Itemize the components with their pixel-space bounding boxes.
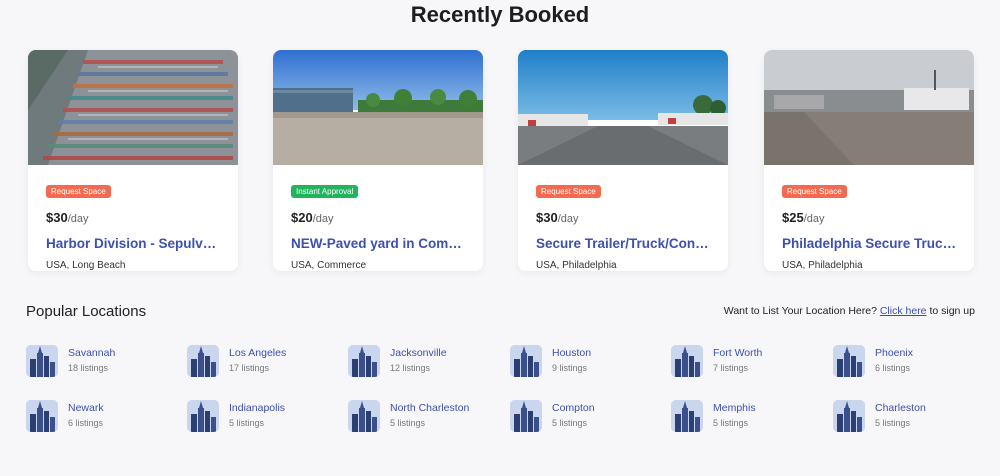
price-unit: /day [67, 213, 89, 225]
listing-title[interactable]: NEW-Paved yard in Commerce… [291, 236, 467, 251]
listing-photo[interactable] [28, 50, 238, 165]
listing-card[interactable]: Instant Approval $20/day NEW-Paved yard … [273, 50, 483, 271]
listing-count: 9 listings [552, 363, 588, 373]
section-title: Recently Booked [410, 2, 590, 27]
listing-title[interactable]: Philadelphia Secure Truck… [782, 236, 958, 251]
popular-locations-title: Popular Locations [26, 303, 147, 320]
price-unit: /day [803, 213, 825, 225]
location-name[interactable]: Indianapolis [229, 402, 285, 414]
price-amount: $30 [536, 210, 558, 225]
city-skyline-icon [348, 345, 380, 377]
city-skyline-icon [510, 345, 542, 377]
location-name[interactable]: Savannah [68, 347, 115, 359]
sign-up-link[interactable]: Click here [880, 305, 927, 317]
listing-count: 5 listings [875, 418, 911, 428]
location-item[interactable]: Newark 6 listings [26, 400, 176, 434]
location-name[interactable]: Jacksonville [390, 347, 447, 359]
location-item[interactable]: Phoenix 6 listings [833, 345, 983, 379]
location-name[interactable]: Compton [552, 402, 595, 414]
listing-count: 6 listings [875, 363, 911, 373]
listing-photo[interactable] [518, 50, 728, 165]
listing-card[interactable]: Request Space $30/day Harbor Division - … [28, 50, 238, 271]
location-name[interactable]: North Charleston [390, 402, 469, 414]
location-item[interactable]: Charleston 5 listings [833, 400, 983, 434]
price: $30/day [46, 210, 220, 225]
location-item[interactable]: Houston 9 listings [510, 345, 660, 379]
city-skyline-icon [187, 400, 219, 432]
city-skyline-icon [348, 400, 380, 432]
listing-count: 7 listings [713, 363, 749, 373]
listing-location: USA, Philadelphia [782, 260, 863, 271]
listing-title[interactable]: Harbor Division - Sepulveda… [46, 236, 222, 251]
instant-approval-badge: Instant Approval [291, 185, 359, 198]
city-skyline-icon [26, 400, 58, 432]
price: $20/day [291, 210, 465, 225]
listing-title[interactable]: Secure Trailer/Truck/Container… [536, 236, 712, 251]
price: $30/day [536, 210, 710, 225]
price: $25/day [782, 210, 956, 225]
listing-count: 17 listings [229, 363, 270, 373]
location-item[interactable]: Los Angeles 17 listings [187, 345, 337, 379]
city-skyline-icon [26, 345, 58, 377]
listing-card[interactable]: Request Space $30/day Secure Trailer/Tru… [518, 50, 728, 271]
location-item[interactable]: Fort Worth 7 listings [671, 345, 821, 379]
location-name[interactable]: Phoenix [875, 347, 913, 359]
request-space-badge: Request Space [536, 185, 601, 198]
listing-card[interactable]: Request Space $25/day Philadelphia Secur… [764, 50, 974, 271]
price-unit: /day [312, 213, 334, 225]
request-space-badge: Request Space [46, 185, 111, 198]
city-skyline-icon [671, 345, 703, 377]
location-item[interactable]: Compton 5 listings [510, 400, 660, 434]
listing-count: 5 listings [713, 418, 749, 428]
location-name[interactable]: Los Angeles [229, 347, 286, 359]
location-name[interactable]: Memphis [713, 402, 756, 414]
location-item[interactable]: Savannah 18 listings [26, 345, 176, 379]
price-amount: $30 [46, 210, 68, 225]
location-name[interactable]: Charleston [875, 402, 926, 414]
listing-photo[interactable] [764, 50, 974, 165]
listing-count: 5 listings [229, 418, 265, 428]
price-amount: $20 [291, 210, 313, 225]
city-skyline-icon [833, 345, 865, 377]
location-item[interactable]: Indianapolis 5 listings [187, 400, 337, 434]
listing-count: 5 listings [552, 418, 588, 428]
cta-suffix: to sign up [929, 305, 975, 317]
price-unit: /day [557, 213, 579, 225]
request-space-badge: Request Space [782, 185, 847, 198]
city-skyline-icon [187, 345, 219, 377]
listing-count: 6 listings [68, 418, 104, 428]
listing-count: 12 listings [390, 363, 431, 373]
city-skyline-icon [510, 400, 542, 432]
listing-count: 5 listings [390, 418, 426, 428]
location-item[interactable]: North Charleston 5 listings [348, 400, 498, 434]
listing-photo[interactable] [273, 50, 483, 165]
listing-count: 18 listings [68, 363, 109, 373]
listing-location: USA, Philadelphia [536, 260, 617, 271]
cta-prefix: Want to List Your Location Here? [723, 305, 877, 317]
location-name[interactable]: Houston [552, 347, 591, 359]
location-name[interactable]: Fort Worth [713, 347, 762, 359]
location-name[interactable]: Newark [68, 402, 104, 414]
location-item[interactable]: Jacksonville 12 listings [348, 345, 498, 379]
price-amount: $25 [782, 210, 804, 225]
listing-location: USA, Long Beach [46, 260, 126, 271]
listing-location: USA, Commerce [291, 260, 367, 271]
city-skyline-icon [833, 400, 865, 432]
list-location-cta: Want to List Your Location Here? Click h… [724, 305, 975, 317]
location-item[interactable]: Memphis 5 listings [671, 400, 821, 434]
city-skyline-icon [671, 400, 703, 432]
